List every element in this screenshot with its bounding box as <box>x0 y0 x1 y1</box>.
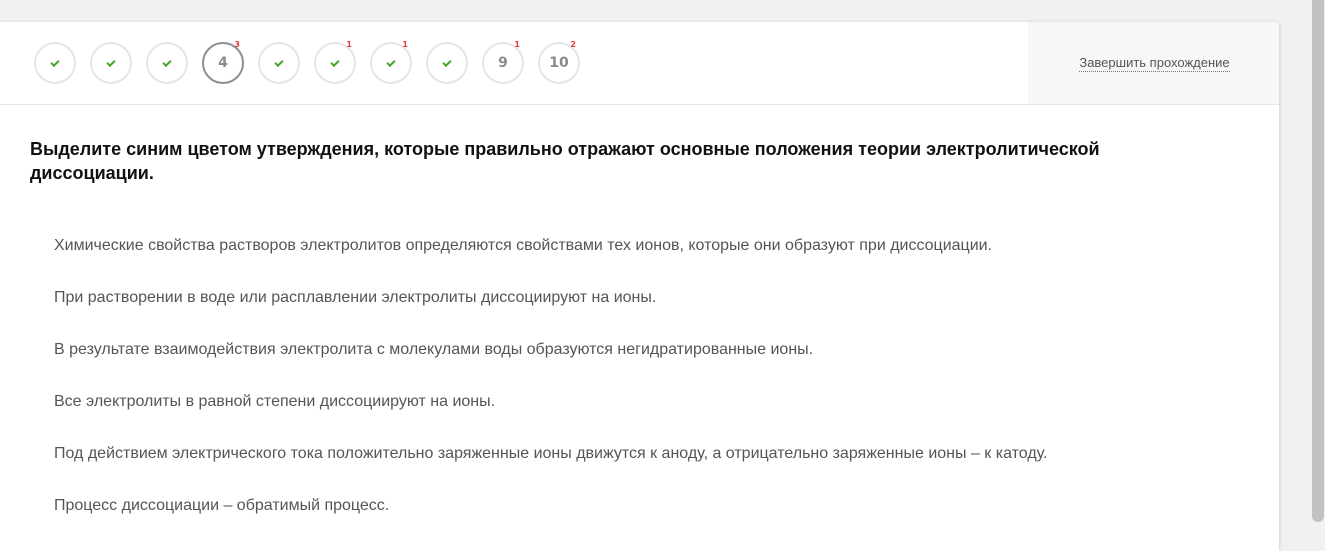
attempts-badge: 1 <box>402 40 408 49</box>
finish-area: Завершить прохождение <box>1028 22 1279 104</box>
attempts-badge: 1 <box>514 40 520 49</box>
answer-option[interactable]: Процесс диссоциации – обратимый процесс. <box>54 494 1048 546</box>
question-text: Выделите синим цветом утверждения, котор… <box>30 139 1100 183</box>
question-steps: 4 3 1 1 9 1 10 2 <box>34 40 594 84</box>
quiz-card: 4 3 1 1 9 1 10 2 Завершить прохождение Выделите… <box>0 22 1279 551</box>
checkmark-icon <box>330 57 340 67</box>
checkmark-icon <box>442 57 452 67</box>
question-step-7[interactable]: 1 <box>370 40 412 84</box>
answer-option[interactable]: Все электролиты в равной степени диссоци… <box>54 390 1048 442</box>
answer-options: Химические свойства растворов электролит… <box>54 234 1048 546</box>
question-step-3[interactable] <box>146 42 188 84</box>
answer-option[interactable]: Химические свойства растворов электролит… <box>54 234 1048 286</box>
question-step-10[interactable]: 10 2 <box>538 40 580 84</box>
step-number: 10 <box>549 55 569 71</box>
page-scrollbar[interactable] <box>1311 0 1325 551</box>
checkmark-icon <box>162 57 172 67</box>
checkmark-icon <box>274 57 284 67</box>
answer-option[interactable]: При растворении в воде или расплавлении … <box>54 286 1048 338</box>
attempts-badge: 1 <box>346 40 352 49</box>
question-step-6[interactable]: 1 <box>314 40 356 84</box>
question-step-9[interactable]: 91 <box>482 40 524 84</box>
question-step-2[interactable] <box>90 42 132 84</box>
checkmark-icon <box>106 57 116 67</box>
attempts-badge: 2 <box>570 40 576 49</box>
question-navigation: 4 3 1 1 9 1 10 2 Завершить прохождение <box>0 22 1279 105</box>
question-step-4[interactable]: 43 <box>202 40 244 84</box>
finish-attempt-link[interactable]: Завершить прохождение <box>1079 55 1230 72</box>
answer-option[interactable]: Под действием электрического тока положи… <box>54 442 1048 494</box>
answer-option[interactable]: В результате взаимодействия электролита … <box>54 338 1048 390</box>
attempts-badge: 3 <box>234 40 240 49</box>
scrollbar-thumb[interactable] <box>1312 0 1324 522</box>
step-number: 4 <box>218 55 228 71</box>
question-step-1[interactable] <box>34 42 76 84</box>
question-step-8[interactable] <box>426 42 468 84</box>
checkmark-icon <box>50 57 60 67</box>
step-number: 9 <box>498 55 508 71</box>
checkmark-icon <box>386 57 396 67</box>
question-step-5[interactable] <box>258 42 300 84</box>
